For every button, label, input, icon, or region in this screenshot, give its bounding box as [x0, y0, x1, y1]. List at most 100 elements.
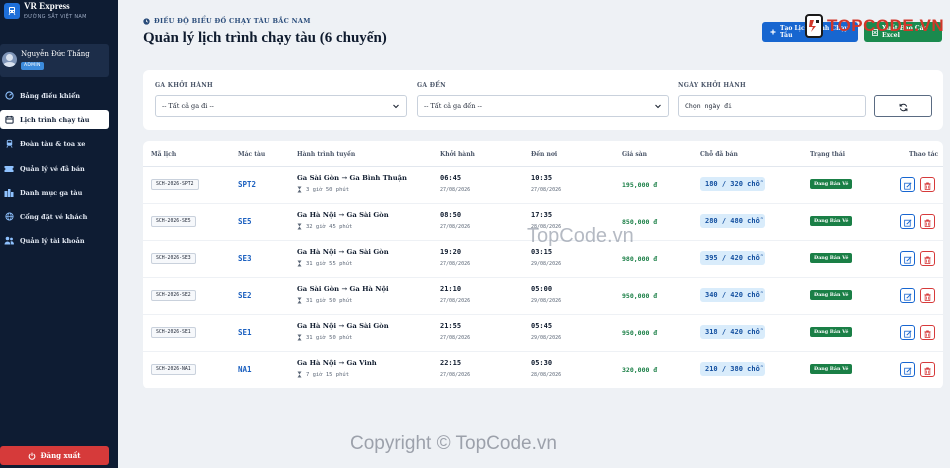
plus-icon — [770, 29, 776, 35]
duration-text: 3 giờ 50 phút — [306, 186, 350, 193]
topcode-watermark-logo: TOPCODE.VN — [805, 13, 944, 39]
edit-button[interactable] — [900, 325, 915, 340]
route-text: Ga Sài Gòn → Ga Hà Nội — [297, 285, 389, 293]
base-price: 320,000 đ — [622, 366, 658, 374]
sidebar-item-tickets[interactable]: Quản lý vé đã bán — [0, 159, 109, 178]
departure-value: -- Tất cả ga đi -- — [162, 102, 214, 110]
delete-button[interactable] — [920, 177, 935, 192]
schedule-code-badge: SCH-2026-NA1 — [151, 364, 196, 375]
edit-icon — [903, 249, 912, 268]
table-row[interactable]: SCH-2026-SPT2 SPT2 Ga Sài Gòn → Ga Bình … — [143, 167, 943, 204]
table-row[interactable]: SCH-2026-NA1 NA1 Ga Hà Nội → Ga Vinh 7 g… — [143, 352, 943, 389]
edit-button[interactable] — [900, 251, 915, 266]
seats-sold-badge: 340 / 420 chỗ — [700, 288, 765, 302]
arrival-date: 27/08/2026 — [531, 187, 562, 193]
table-row[interactable]: SCH-2026-SE1 SE1 Ga Hà Nội → Ga Sài Gòn … — [143, 315, 943, 352]
arrival-time: 05:30 — [531, 359, 553, 367]
schedule-code-badge: SCH-2026-SE1 — [151, 327, 196, 338]
brand-subtitle: ĐƯỜNG SẮT VIỆT NAM — [24, 14, 87, 20]
hourglass-icon — [297, 334, 302, 341]
arrival-time: 03:15 — [531, 248, 553, 256]
schedule-table: Mã lịch Mác tàu Hành trình tuyến Khởi hà… — [143, 141, 943, 389]
sidebar-item-stations[interactable]: Danh mục ga tàu — [0, 183, 109, 202]
departure-time: 08:50 — [440, 211, 462, 219]
trash-icon — [924, 249, 931, 268]
eyebrow-text: ĐIỀU ĐỘ BIỂU ĐỒ CHẠY TÀU BẮC NAM — [154, 17, 311, 25]
base-price: 950,000 đ — [622, 329, 658, 337]
table-row[interactable]: SCH-2026-SE2 SE2 Ga Sài Gòn → Ga Hà Nội … — [143, 278, 943, 315]
departure-time: 19:20 — [440, 248, 462, 256]
departure-select[interactable]: -- Tất cả ga đi -- — [155, 95, 407, 117]
departure-date: 27/08/2026 — [440, 187, 471, 193]
user-card[interactable]: Nguyễn Đức Thắng ADMIN — [0, 44, 109, 77]
status-badge: Đang Bán Vé — [810, 253, 853, 263]
arrival-select[interactable]: -- Tất cả ga đến -- — [417, 95, 669, 117]
edit-icon — [903, 323, 912, 342]
sidebar-item-schedule[interactable]: Lịch trình chạy tàu — [0, 110, 109, 129]
topcode-watermark-mid: TopCode.vn — [527, 225, 634, 247]
departure-time: 21:10 — [440, 285, 462, 293]
page-eyebrow: ĐIỀU ĐỘ BIỂU ĐỒ CHẠY TÀU BẮC NAM — [143, 17, 311, 25]
duration: 31 giờ 50 phút — [297, 334, 352, 341]
duration-text: 32 giờ 45 phút — [306, 223, 353, 230]
base-price: 950,000 đ — [622, 292, 658, 300]
date-placeholder: Chọn ngày đi — [685, 102, 732, 110]
clock-icon — [143, 17, 150, 25]
edit-button[interactable] — [900, 177, 915, 192]
date-input[interactable]: Chọn ngày đi — [678, 95, 866, 117]
sidebar-item-label: Quản lý vé đã bán — [20, 164, 85, 173]
edit-button[interactable] — [900, 362, 915, 377]
sidebar-item-trains[interactable]: Đoàn tàu & toa xe — [0, 134, 109, 153]
date-label: NGÀY KHỞI HÀNH — [678, 82, 747, 89]
duration-text: 7 giờ 15 phút — [306, 371, 350, 378]
edit-icon — [903, 360, 912, 379]
edit-button[interactable] — [900, 288, 915, 303]
trash-icon — [924, 212, 931, 231]
sidebar-item-label: Lịch trình chạy tàu — [20, 115, 90, 124]
delete-button[interactable] — [920, 288, 935, 303]
dashboard-icon — [4, 91, 14, 101]
schedule-code-badge: SCH-2026-SE5 — [151, 216, 196, 227]
departure-date: 27/08/2026 — [440, 261, 471, 267]
filter-panel: GA KHỞI HÀNH -- Tất cả ga đi -- GA ĐẾN -… — [143, 70, 943, 130]
train-code: NA1 — [238, 365, 252, 374]
duration-text: 31 giờ 50 phút — [306, 297, 353, 304]
arrival-time: 05:00 — [531, 285, 553, 293]
brand-title: VR Express — [24, 1, 70, 11]
user-role-badge: ADMIN — [21, 62, 44, 70]
edit-icon — [903, 175, 912, 194]
delete-button[interactable] — [920, 251, 935, 266]
arrival-time: 10:35 — [531, 174, 553, 182]
schedule-code-badge: SCH-2026-SPT2 — [151, 179, 199, 190]
power-icon — [28, 452, 36, 460]
departure-date: 27/08/2026 — [440, 335, 471, 341]
edit-icon — [903, 286, 912, 305]
delete-button[interactable] — [920, 362, 935, 377]
delete-button[interactable] — [920, 325, 935, 340]
column-header-route: Hành trình tuyến — [297, 151, 356, 158]
arrival-time: 17:35 — [531, 211, 553, 219]
sidebar-item-dashboard[interactable]: Bảng điều khiển — [0, 86, 109, 105]
globe-icon — [4, 212, 14, 222]
delete-button[interactable] — [920, 214, 935, 229]
departure-time: 22:15 — [440, 359, 462, 367]
sidebar-item-booking-portal[interactable]: Cổng đặt vé khách — [0, 207, 109, 226]
brand[interactable]: VR Express ĐƯỜNG SẮT VIỆT NAM — [0, 0, 118, 30]
seats-sold-badge: 395 / 420 chỗ — [700, 251, 765, 265]
departure-date: 27/08/2026 — [440, 372, 471, 378]
calendar-icon — [4, 115, 14, 125]
edit-icon — [903, 212, 912, 231]
schedule-code-badge: SCH-2026-SE2 — [151, 290, 196, 301]
arrival-time: 05:45 — [531, 322, 553, 330]
logout-label: Đăng xuất — [40, 451, 81, 460]
edit-button[interactable] — [900, 214, 915, 229]
chevron-down-icon — [392, 102, 400, 110]
seats-sold-badge: 210 / 380 chỗ — [700, 362, 765, 376]
sidebar-item-label: Bảng điều khiển — [20, 91, 80, 100]
logout-button[interactable]: Đăng xuất — [0, 446, 109, 465]
train-logo-icon — [4, 3, 20, 19]
route-text: Ga Hà Nội → Ga Sài Gòn — [297, 211, 389, 219]
sidebar-item-accounts[interactable]: Quản lý tài khoản — [0, 231, 109, 250]
reset-filter-button[interactable] — [874, 95, 932, 117]
train-code: SE1 — [238, 328, 252, 337]
